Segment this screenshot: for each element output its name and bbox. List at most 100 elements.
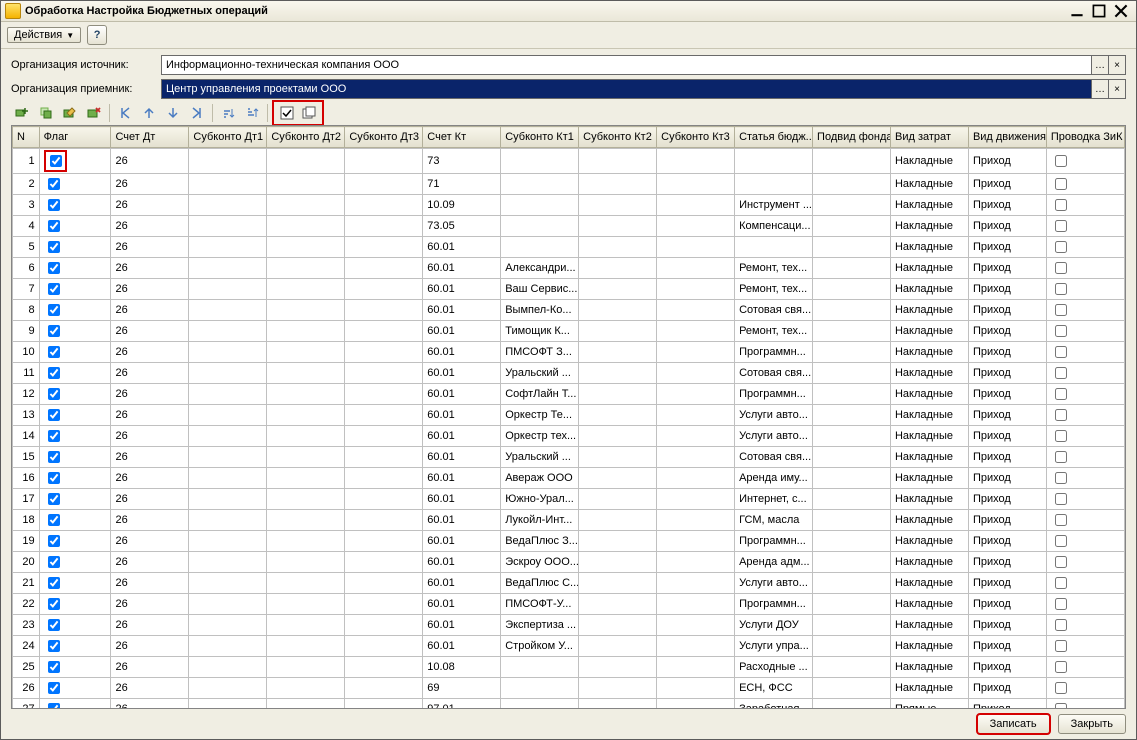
cell-flag[interactable]: [39, 678, 111, 699]
cell-zik[interactable]: [1046, 615, 1124, 636]
cell-zik[interactable]: [1046, 149, 1124, 174]
table-row[interactable]: 52660.01НакладныеПриход: [13, 237, 1125, 258]
column-header[interactable]: N: [13, 127, 40, 148]
cell-zik[interactable]: [1046, 405, 1124, 426]
column-header[interactable]: Подвид фонда: [813, 127, 891, 148]
zik-checkbox[interactable]: [1055, 304, 1067, 316]
flag-checkbox[interactable]: [48, 577, 60, 589]
close-button[interactable]: [1114, 4, 1128, 18]
cell-flag[interactable]: [39, 426, 111, 447]
sort-asc-button[interactable]: [217, 102, 239, 124]
zik-checkbox[interactable]: [1055, 241, 1067, 253]
flag-checkbox[interactable]: [48, 619, 60, 631]
cell-zik[interactable]: [1046, 657, 1124, 678]
source-clear-button[interactable]: ×: [1108, 56, 1125, 74]
table-row[interactable]: 232660.01Экспертиза ...Услуги ДОУНакладн…: [13, 615, 1125, 636]
cell-flag[interactable]: [39, 300, 111, 321]
table-row[interactable]: 22671НакладныеПриход: [13, 174, 1125, 195]
cell-zik[interactable]: [1046, 237, 1124, 258]
table-row[interactable]: 102660.01ПМСОФТ З...Программн...Накладны…: [13, 342, 1125, 363]
flag-checkbox[interactable]: [48, 514, 60, 526]
column-header[interactable]: Вид затрат: [890, 127, 968, 148]
flag-checkbox[interactable]: [48, 598, 60, 610]
cell-zik[interactable]: [1046, 363, 1124, 384]
table-row[interactable]: 72660.01Ваш Сервис...Ремонт, тех...Накла…: [13, 279, 1125, 300]
cell-flag[interactable]: [39, 657, 111, 678]
table-row[interactable]: 182660.01Лукойл-Инт...ГСМ, маслаНакладны…: [13, 510, 1125, 531]
zik-checkbox[interactable]: [1055, 577, 1067, 589]
cell-zik[interactable]: [1046, 510, 1124, 531]
table-row[interactable]: 252610.08Расходные ...НакладныеПриход: [13, 657, 1125, 678]
table-body-scroll[interactable]: 12673НакладныеПриход22671НакладныеПриход…: [12, 148, 1125, 708]
flag-checkbox[interactable]: [48, 430, 60, 442]
cell-zik[interactable]: [1046, 489, 1124, 510]
cell-zik[interactable]: [1046, 279, 1124, 300]
cell-flag[interactable]: [39, 174, 111, 195]
cell-flag[interactable]: [39, 149, 111, 174]
zik-checkbox[interactable]: [1055, 367, 1067, 379]
zik-checkbox[interactable]: [1055, 640, 1067, 652]
column-header[interactable]: Субконто Кт3: [657, 127, 735, 148]
cell-flag[interactable]: [39, 594, 111, 615]
flag-checkbox[interactable]: [48, 535, 60, 547]
flag-checkbox[interactable]: [48, 682, 60, 694]
cell-zik[interactable]: [1046, 573, 1124, 594]
zik-checkbox[interactable]: [1055, 155, 1067, 167]
cell-zik[interactable]: [1046, 300, 1124, 321]
flag-checkbox[interactable]: [48, 241, 60, 253]
add-row-button[interactable]: [11, 102, 33, 124]
cell-flag[interactable]: [39, 195, 111, 216]
move-up-button[interactable]: [138, 102, 160, 124]
cell-zik[interactable]: [1046, 552, 1124, 573]
flag-checkbox[interactable]: [48, 388, 60, 400]
column-header[interactable]: Субконто Дт2: [267, 127, 345, 148]
cell-flag[interactable]: [39, 573, 111, 594]
flag-checkbox[interactable]: [48, 640, 60, 652]
source-org-input[interactable]: [162, 56, 1091, 74]
table-row[interactable]: 12673НакладныеПриход: [13, 149, 1125, 174]
cell-zik[interactable]: [1046, 384, 1124, 405]
table-row[interactable]: 222660.01ПМСОФТ-У...Программн...Накладны…: [13, 594, 1125, 615]
flag-checkbox[interactable]: [48, 304, 60, 316]
cell-flag[interactable]: [39, 699, 111, 709]
uncheck-all-button[interactable]: [298, 102, 320, 124]
flag-checkbox[interactable]: [48, 199, 60, 211]
zik-checkbox[interactable]: [1055, 388, 1067, 400]
cell-flag[interactable]: [39, 321, 111, 342]
cell-zik[interactable]: [1046, 174, 1124, 195]
table-row[interactable]: 122660.01СофтЛайн Т...Программн...Наклад…: [13, 384, 1125, 405]
cell-flag[interactable]: [39, 384, 111, 405]
cell-flag[interactable]: [39, 552, 111, 573]
move-down-button[interactable]: [162, 102, 184, 124]
cell-flag[interactable]: [39, 489, 111, 510]
flag-checkbox[interactable]: [48, 325, 60, 337]
cell-flag[interactable]: [39, 237, 111, 258]
table-row[interactable]: 142660.01Оркестр тех...Услуги авто...Нак…: [13, 426, 1125, 447]
minimize-button[interactable]: [1070, 4, 1084, 18]
cell-flag[interactable]: [39, 510, 111, 531]
zik-checkbox[interactable]: [1055, 598, 1067, 610]
cell-zik[interactable]: [1046, 636, 1124, 657]
flag-checkbox[interactable]: [48, 409, 60, 421]
flag-checkbox[interactable]: [48, 283, 60, 295]
zik-checkbox[interactable]: [1055, 619, 1067, 631]
cell-zik[interactable]: [1046, 426, 1124, 447]
flag-checkbox[interactable]: [48, 367, 60, 379]
cell-zik[interactable]: [1046, 342, 1124, 363]
zik-checkbox[interactable]: [1055, 451, 1067, 463]
column-header[interactable]: Субконто Кт1: [501, 127, 579, 148]
zik-checkbox[interactable]: [1055, 409, 1067, 421]
cell-zik[interactable]: [1046, 195, 1124, 216]
zik-checkbox[interactable]: [1055, 283, 1067, 295]
table-row[interactable]: 112660.01Уральский ...Сотовая свя...Накл…: [13, 363, 1125, 384]
zik-checkbox[interactable]: [1055, 178, 1067, 190]
dest-select-button[interactable]: …: [1091, 80, 1108, 98]
table-row[interactable]: 242660.01Стройком У...Услуги упра...Накл…: [13, 636, 1125, 657]
delete-row-button[interactable]: [83, 102, 105, 124]
cell-flag[interactable]: [39, 405, 111, 426]
table-row[interactable]: 92660.01Тимощик К...Ремонт, тех...Наклад…: [13, 321, 1125, 342]
sort-desc-button[interactable]: [241, 102, 263, 124]
table-row[interactable]: 132660.01Оркестр Те...Услуги авто...Накл…: [13, 405, 1125, 426]
flag-checkbox[interactable]: [48, 493, 60, 505]
cell-zik[interactable]: [1046, 594, 1124, 615]
